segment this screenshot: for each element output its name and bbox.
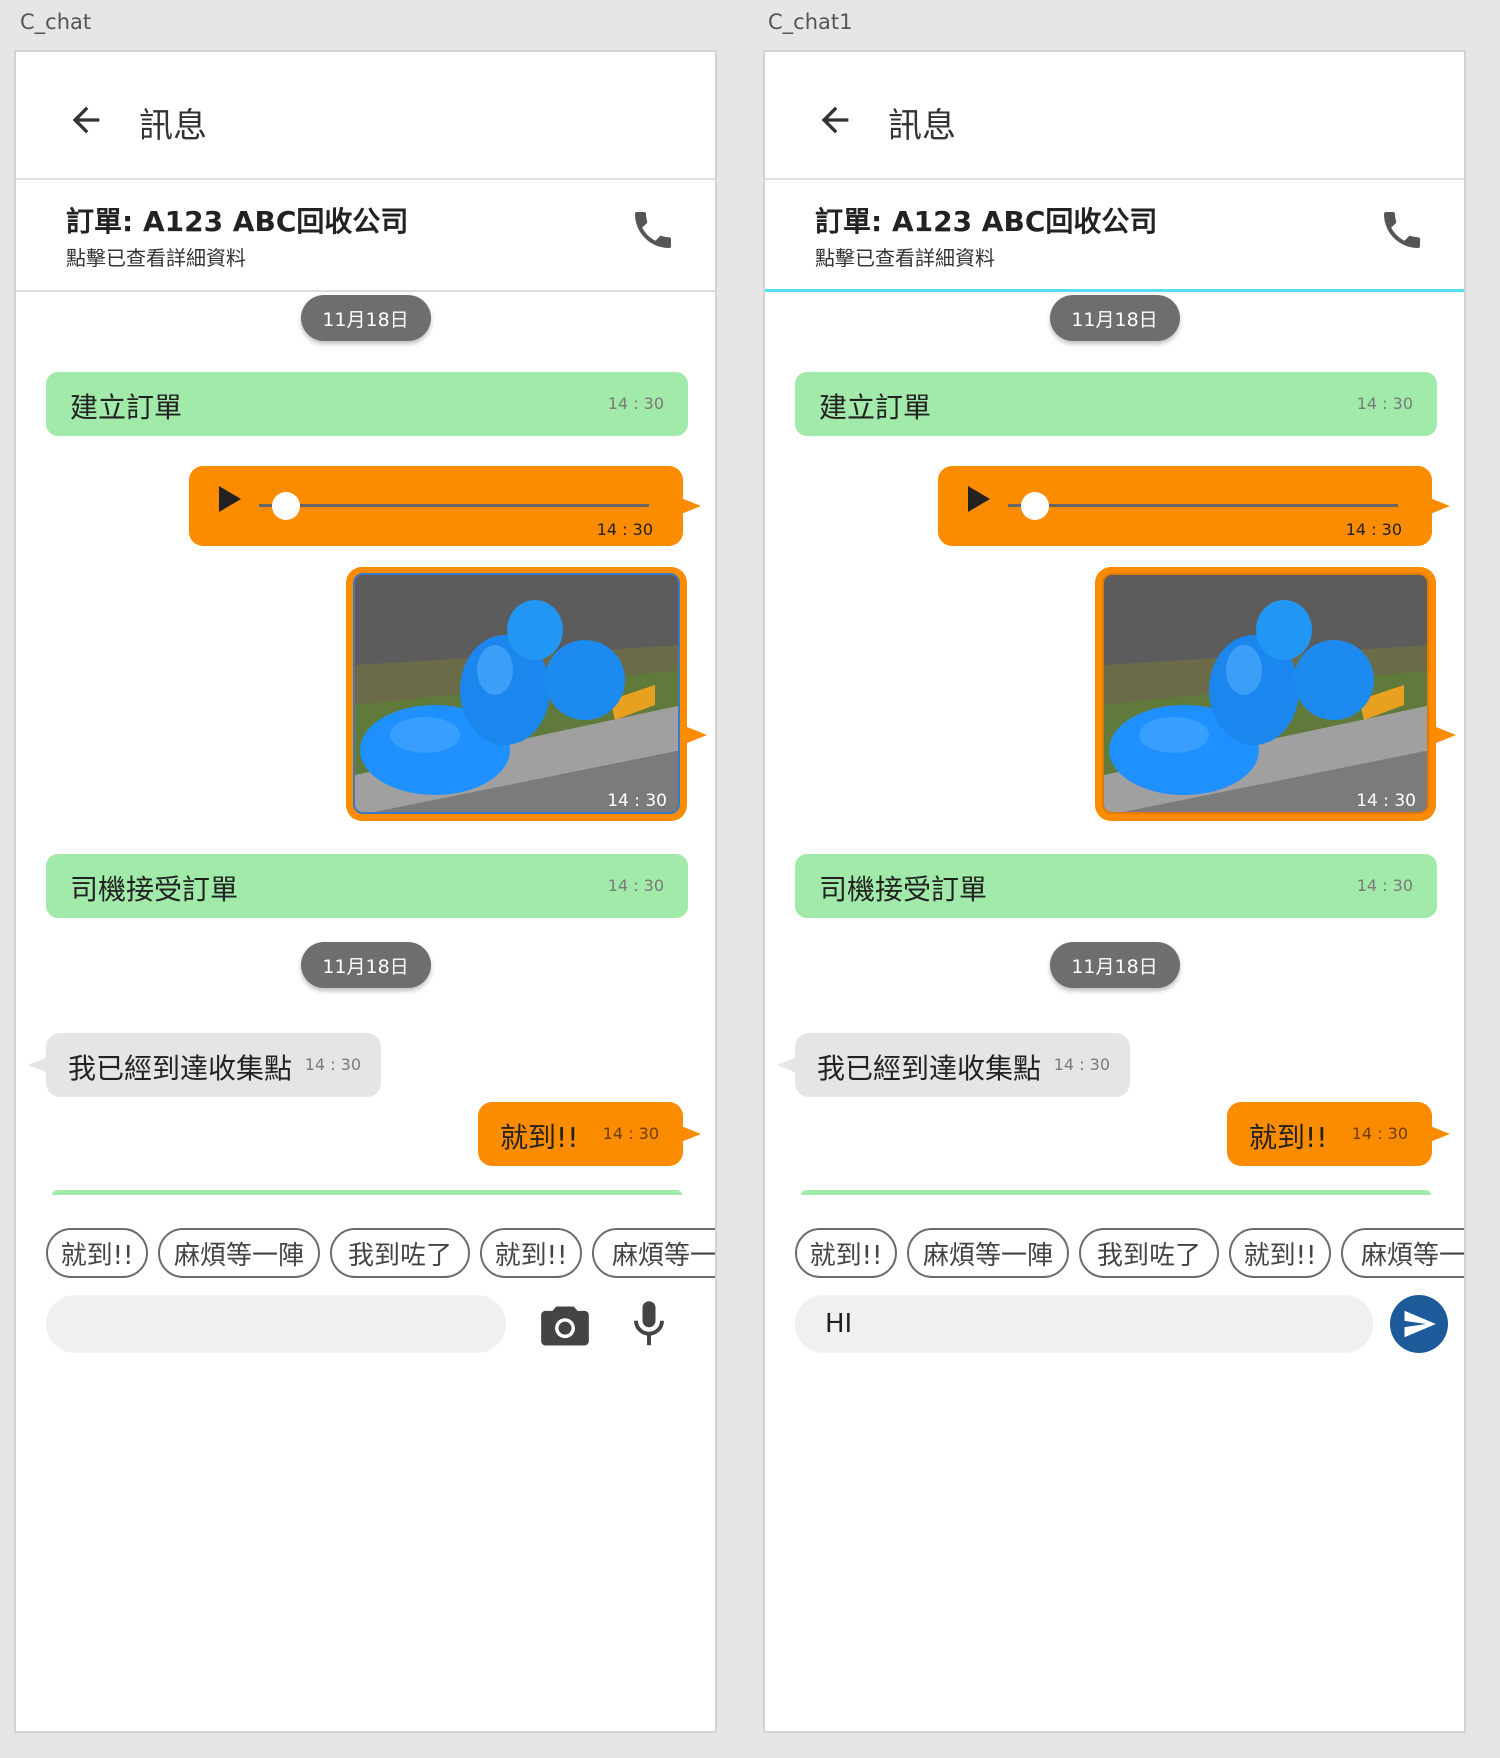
phone-icon[interactable]	[1378, 206, 1426, 254]
message-time: 14 : 30	[1345, 520, 1402, 539]
message-text: 建立訂單	[819, 391, 932, 424]
bubble-tail	[1430, 498, 1450, 514]
audio-progress-knob[interactable]	[1021, 492, 1049, 520]
date-divider: 11月18日	[300, 942, 431, 988]
artboard-label: C_chat	[20, 10, 92, 34]
send-icon	[1404, 1310, 1436, 1338]
image-message[interactable]: 14 : 30	[346, 567, 707, 821]
message-time: 14 : 30	[607, 394, 664, 413]
message-time: 14 : 30	[1053, 1055, 1110, 1074]
quick-reply-chip[interactable]: 麻煩等一陣	[907, 1228, 1069, 1278]
quick-reply-chip[interactable]: 我到咗了	[330, 1228, 470, 1278]
send-button[interactable]	[1390, 1295, 1448, 1353]
arrow-left-icon[interactable]	[815, 100, 855, 140]
message-time: 14 : 30	[304, 1055, 361, 1074]
play-icon[interactable]	[968, 486, 990, 512]
page-title: 訊息	[139, 106, 207, 146]
system-message: 司機接受訂單 14 : 30	[46, 854, 688, 918]
audio-progress-knob[interactable]	[272, 492, 300, 520]
message-input[interactable]	[46, 1295, 506, 1353]
chat-screen: 訊息 訂單: A123 ABC回收公司 點擊已查看詳細資料 11月18日 建立訂…	[14, 50, 717, 1733]
photo-image	[1104, 575, 1427, 812]
arrow-left-icon[interactable]	[66, 100, 106, 140]
message-input[interactable]	[795, 1295, 1373, 1353]
message-time: 14 : 30	[1356, 876, 1413, 895]
order-subtitle: 點擊已查看詳細資料	[815, 246, 995, 270]
photo-garbage-bags[interactable]	[353, 573, 680, 814]
bubble-tail	[1430, 1126, 1450, 1142]
date-divider: 11月18日	[300, 295, 431, 341]
system-message: 建立訂單 14 : 30	[795, 372, 1437, 436]
voice-message[interactable]: 14 : 30	[189, 466, 701, 546]
message-time: 14 : 30	[602, 1124, 659, 1143]
message-time: 14 : 30	[1356, 791, 1416, 811]
order-info-bar[interactable]: 訂單: A123 ABC回收公司 點擊已查看詳細資料	[16, 180, 715, 292]
message-text: 我已經到達收集點	[68, 1052, 293, 1085]
bubble-tail	[687, 727, 707, 743]
quick-reply-chip[interactable]: 我到咗了	[1079, 1228, 1219, 1278]
system-message-partial	[52, 1190, 682, 1195]
mic-icon[interactable]	[629, 1298, 669, 1350]
quick-reply-chip[interactable]: 就到!!	[46, 1228, 148, 1278]
date-divider: 11月18日	[1049, 295, 1180, 341]
voice-message[interactable]: 14 : 30	[938, 466, 1450, 546]
system-message: 司機接受訂單 14 : 30	[795, 854, 1437, 918]
page-title: 訊息	[888, 106, 956, 146]
message-text: 司機接受訂單	[819, 873, 988, 906]
audio-progress-track[interactable]	[1008, 504, 1398, 507]
system-message: 建立訂單 14 : 30	[46, 372, 688, 436]
camera-icon[interactable]	[539, 1302, 591, 1350]
quick-reply-chip[interactable]: 麻煩等一陣	[592, 1228, 715, 1278]
bubble-tail	[681, 498, 701, 514]
system-message-partial	[801, 1190, 1431, 1195]
bubble-tail	[28, 1057, 48, 1073]
quick-reply-chips: 就到!! 麻煩等一陣 我到咗了 就到!! 麻煩等一陣	[46, 1228, 715, 1282]
audio-progress-track[interactable]	[259, 504, 649, 507]
message-time: 14 : 30	[607, 791, 667, 811]
quick-reply-chip[interactable]: 就到!!	[480, 1228, 582, 1278]
order-title: 訂單: A123 ABC回收公司	[66, 205, 409, 238]
bubble-tail	[1436, 727, 1456, 743]
message-time: 14 : 30	[596, 520, 653, 539]
quick-reply-chip[interactable]: 就到!!	[1229, 1228, 1331, 1278]
app-bar: 訊息	[765, 52, 1464, 180]
photo-garbage-bags[interactable]	[1102, 573, 1429, 814]
artboard-label: C_chat1	[768, 10, 853, 34]
quick-reply-chip[interactable]: 就到!!	[795, 1228, 897, 1278]
outgoing-message: 就到!! 14 : 30	[478, 1102, 701, 1166]
order-info-bar[interactable]: 訂單: A123 ABC回收公司 點擊已查看詳細資料	[765, 180, 1464, 292]
photo-image	[355, 575, 678, 812]
date-divider: 11月18日	[1049, 942, 1180, 988]
play-icon[interactable]	[219, 486, 241, 512]
app-bar: 訊息	[16, 52, 715, 180]
message-time: 14 : 30	[1351, 1124, 1408, 1143]
bubble-tail	[681, 1126, 701, 1142]
order-subtitle: 點擊已查看詳細資料	[66, 246, 246, 270]
message-text: 我已經到達收集點	[817, 1052, 1042, 1085]
incoming-message: 我已經到達收集點 14 : 30	[28, 1033, 381, 1097]
order-title: 訂單: A123 ABC回收公司	[815, 205, 1158, 238]
incoming-message: 我已經到達收集點 14 : 30	[777, 1033, 1130, 1097]
quick-reply-chips: 就到!! 麻煩等一陣 我到咗了 就到!! 麻煩等一陣	[795, 1228, 1464, 1282]
outgoing-message: 就到!! 14 : 30	[1227, 1102, 1450, 1166]
image-message[interactable]: 14 : 30	[1095, 567, 1456, 821]
quick-reply-chip[interactable]: 麻煩等一陣	[158, 1228, 320, 1278]
chat-screen: 訊息 訂單: A123 ABC回收公司 點擊已查看詳細資料 11月18日 建立訂…	[763, 50, 1466, 1733]
message-text: 就到!!	[500, 1121, 579, 1154]
bubble-tail	[777, 1057, 797, 1073]
message-text: 建立訂單	[70, 391, 183, 424]
message-text: 就到!!	[1249, 1121, 1328, 1154]
phone-icon[interactable]	[629, 206, 677, 254]
message-time: 14 : 30	[607, 876, 664, 895]
message-text: 司機接受訂單	[70, 873, 239, 906]
message-time: 14 : 30	[1356, 394, 1413, 413]
quick-reply-chip[interactable]: 麻煩等一陣	[1341, 1228, 1464, 1278]
